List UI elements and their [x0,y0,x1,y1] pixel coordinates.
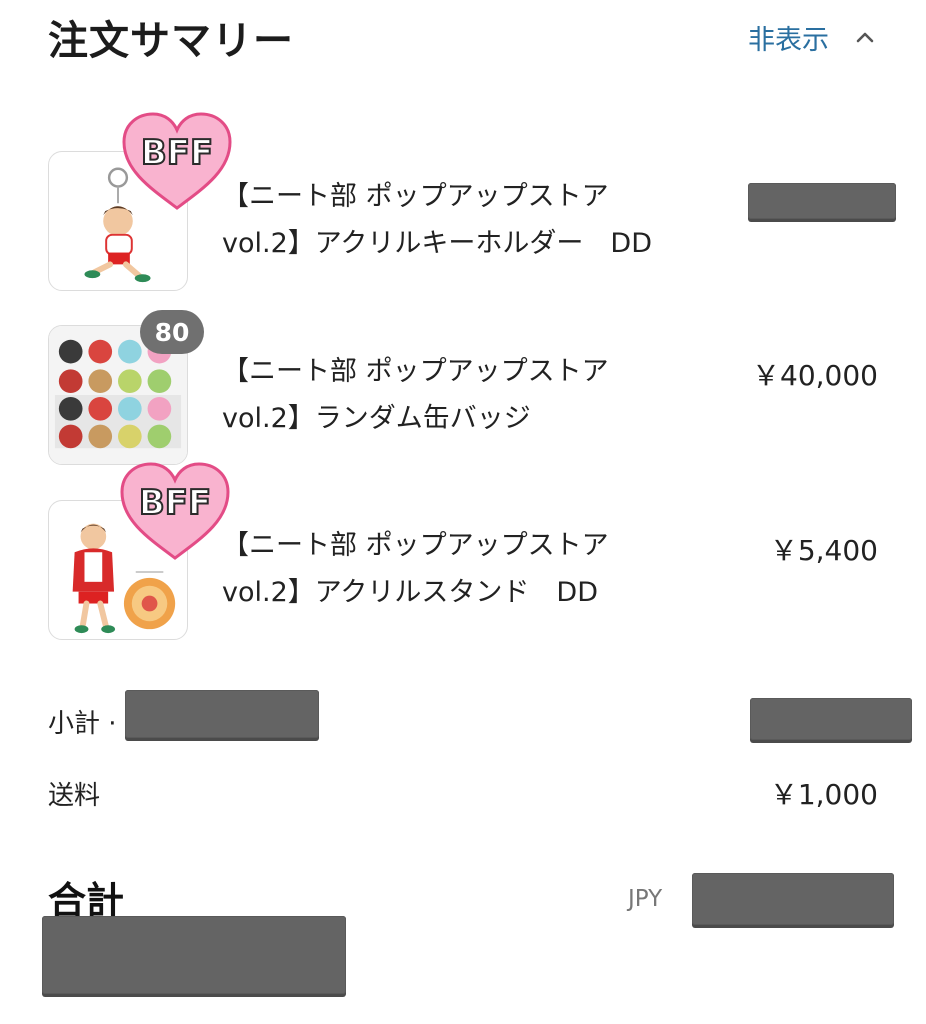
item-1-name-line1: 【ニート部 ポップアップストア [222,181,609,212]
total-currency: JPY [628,886,663,912]
total-tax-note-redacted [42,916,346,994]
item-2-quantity-badge: 80 [140,310,204,354]
chevron-up-icon [856,32,874,42]
item-1-price-redacted [748,183,896,219]
item-3-name: 【ニート部 ポップアップストア vol.2】アクリルスタンド DD [222,522,692,616]
item-2-name: 【ニート部 ポップアップストア vol.2】ランダム缶バッジ [222,348,692,442]
shipping-label: 送料 [48,781,101,811]
item-2-price: ￥40,000 [752,359,878,392]
item-2-name-line1: 【ニート部 ポップアップストア [222,356,609,387]
subtotal-item-count-redacted [125,690,319,738]
item-1-bff-badge: BFF [120,112,234,212]
total-value-redacted [692,873,894,925]
item-3-bff-badge: BFF [118,462,232,562]
hide-summary-toggle[interactable]: 非表示 [748,18,877,57]
hide-summary-label: 非表示 [748,25,829,56]
item-3-badge-text: BFF [139,483,211,523]
subtotal-label: 小計 · [48,709,117,739]
item-3-name-line2: vol.2】アクリルスタンド DD [222,577,598,608]
item-2-name-line2: vol.2】ランダム缶バッジ [222,403,531,434]
shipping-value: ￥1,000 [769,778,878,811]
item-1-name-line2: vol.2】アクリルキーホルダー DD [222,228,652,259]
order-summary-title: 注文サマリー [48,18,294,64]
item-1-badge-text: BFF [141,133,213,173]
item-3-name-line1: 【ニート部 ポップアップストア [222,530,609,561]
item-1-name: 【ニート部 ポップアップストア vol.2】アクリルキーホルダー DD [222,173,692,267]
subtotal-value-redacted [750,698,912,740]
item-3-price: ￥5,400 [769,534,878,567]
